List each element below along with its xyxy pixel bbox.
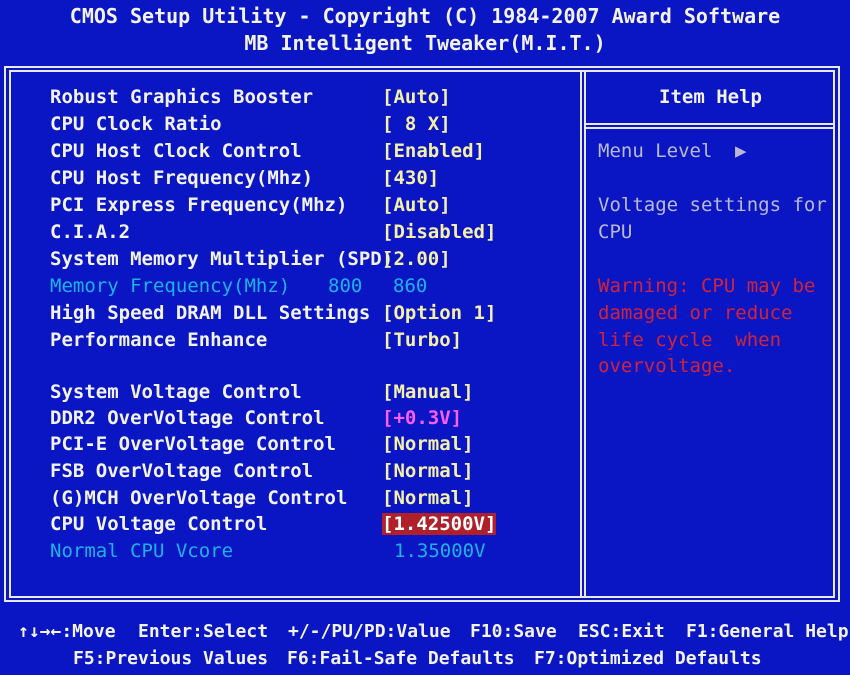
setting-label: Normal CPU Vcore (50, 540, 234, 562)
header-title: CMOS Setup Utility - Copyright (C) 1984-… (69, 4, 781, 28)
menu-level-arrow-icon: ▶ (735, 140, 747, 162)
setting-label: C.I.A.2 (50, 221, 131, 243)
help-description-line: CPU (598, 221, 633, 243)
setting-value[interactable]: [Disabled] (382, 221, 496, 243)
setting-label: CPU Clock Ratio (50, 113, 222, 135)
setting-label: PCI-E OverVoltage Control (50, 433, 336, 455)
setting-value[interactable]: [Auto] (382, 194, 451, 216)
setting-value[interactable]: [Enabled] (382, 140, 485, 162)
setting-value[interactable]: [Normal] (382, 433, 474, 455)
setting-label: CPU Host Clock Control (50, 140, 302, 162)
setting-label: CPU Voltage Control (50, 513, 268, 535)
setting-label: Performance Enhance (50, 329, 268, 351)
help-header-divider (584, 123, 835, 129)
help-description-line: Voltage settings for (598, 194, 827, 216)
footer-failsafe-hint: F6:Fail-Safe Defaults (287, 648, 515, 669)
setting-label: FSB OverVoltage Control (50, 460, 314, 482)
footer-save-hint: F10:Save (470, 621, 557, 642)
setting-value[interactable]: [2.00] (382, 248, 451, 270)
menu-level-label: Menu Level (598, 140, 713, 162)
setting-label: High Speed DRAM DLL Settings (50, 302, 371, 324)
panel-divider (580, 70, 586, 598)
setting-value[interactable]: [Normal] (382, 460, 474, 482)
footer-value-hint: +/-/PU/PD:Value (288, 621, 451, 642)
page-subtitle: MB Intelligent Tweaker(M.I.T.) (244, 31, 606, 55)
setting-value[interactable]: [Option 1] (382, 302, 496, 324)
help-warning-line: overvoltage. (598, 355, 736, 377)
footer-general-help-hint: F1:General Help (686, 621, 849, 642)
selected-setting-value[interactable]: [1.42500V] (382, 513, 497, 535)
help-warning-line: damaged or reduce (598, 302, 793, 324)
setting-value[interactable]: [Auto] (382, 86, 451, 108)
setting-label: CPU Host Frequency(Mhz) (50, 167, 314, 189)
setting-label: (G)MCH OverVoltage Control (50, 487, 348, 509)
setting-label: PCI Express Frequency(Mhz) (50, 194, 348, 216)
setting-label: Memory Frequency(Mhz) (50, 275, 291, 297)
footer-optimized-hint: F7:Optimized Defaults (534, 648, 762, 669)
help-warning-line: life cycle when (598, 329, 782, 351)
setting-label: System Memory Multiplier (SPD) (50, 248, 394, 270)
setting-value[interactable]: [Normal] (382, 487, 474, 509)
footer-exit-hint: ESC:Exit (578, 621, 665, 642)
footer-select-hint: Enter:Select (138, 621, 269, 642)
setting-label: Robust Graphics Booster (50, 86, 314, 108)
footer-previous-values-hint: F5:Previous Values (73, 648, 269, 669)
setting-value[interactable]: [430] (382, 167, 439, 189)
footer-move-hint: ↑↓→←:Move (18, 621, 116, 642)
setting-value[interactable]: [+0.3V] (382, 407, 462, 429)
setting-value[interactable]: [ 8 X] (382, 113, 451, 135)
setting-value[interactable]: [Turbo] (382, 329, 462, 351)
memory-frequency-actual: 860 (393, 275, 428, 297)
setting-value: 1.35000V (394, 540, 486, 562)
memory-frequency-base: 800 (328, 275, 363, 297)
setting-label: DDR2 OverVoltage Control (50, 407, 325, 429)
help-warning-line: Warning: CPU may be (598, 275, 816, 297)
setting-value[interactable]: [Manual] (382, 381, 474, 403)
help-title: Item Help (659, 86, 762, 108)
setting-label: System Voltage Control (50, 381, 302, 403)
